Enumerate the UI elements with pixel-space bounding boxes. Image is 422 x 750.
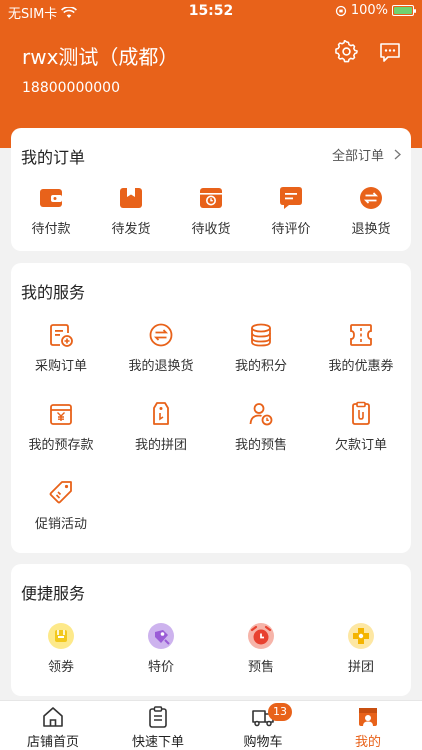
- service-label: 采购订单: [34, 359, 87, 374]
- exchange-icon: [360, 187, 382, 209]
- service-label: 我的预售: [234, 438, 287, 453]
- tab-label: 购物车: [243, 735, 283, 750]
- order-status-label: 退换货: [351, 222, 391, 237]
- service-label: 我的退换货: [128, 359, 194, 374]
- coins-icon: [251, 323, 271, 347]
- service-my-deposit[interactable]: 我的预存款: [11, 400, 111, 453]
- comment-icon: [280, 187, 302, 209]
- quick-claim-coupons[interactable]: 领券: [11, 622, 111, 675]
- service-my-presale[interactable]: 我的预售: [211, 400, 311, 453]
- tab-label: 我的: [354, 735, 381, 750]
- battery-percent: 100%: [350, 3, 388, 18]
- orders-title: 我的订单: [21, 148, 86, 167]
- quick-label: 领券: [47, 660, 74, 675]
- quick-services-card: 便捷服务 领券 特价 预售 拼团: [11, 564, 411, 696]
- order-returns[interactable]: 退换货: [321, 184, 421, 237]
- all-orders-link[interactable]: 全部订单: [332, 145, 401, 164]
- quick-group-buy[interactable]: 拼团: [311, 622, 411, 675]
- bottom-tab-bar: 店铺首页 快速下单 13 购物车 我的: [0, 700, 422, 750]
- battery-icon: [392, 5, 416, 16]
- settings-gear-icon[interactable]: [335, 40, 359, 64]
- quick-services-title: 便捷服务: [21, 584, 86, 603]
- tab-quick-order[interactable]: 快速下单: [108, 705, 208, 750]
- coupon-icon: [350, 324, 372, 346]
- promo-tag-icon: [49, 481, 72, 504]
- service-my-group-buy[interactable]: 我的拼团: [111, 400, 211, 453]
- coupon-bag-icon: [48, 623, 74, 649]
- message-icon[interactable]: [378, 40, 402, 64]
- presale-user-icon: [249, 403, 273, 426]
- chevron-right-icon: [394, 149, 401, 160]
- user-phone: 18800000000: [22, 80, 120, 96]
- service-my-coupons[interactable]: 我的优惠券: [311, 321, 411, 374]
- service-label: 我的积分: [234, 359, 287, 374]
- orientation-lock-icon: [335, 5, 346, 16]
- exchange-icon: [149, 323, 173, 347]
- delivery-icon: [200, 188, 222, 208]
- service-my-returns[interactable]: 我的退换货: [111, 321, 211, 374]
- service-my-points[interactable]: 我的积分: [211, 321, 311, 374]
- quick-label: 预售: [247, 660, 274, 675]
- tab-mine[interactable]: 我的: [318, 705, 418, 750]
- special-price-icon: [148, 623, 174, 649]
- quick-label: 特价: [147, 660, 174, 675]
- tab-label: 快速下单: [131, 735, 184, 750]
- service-purchase-orders[interactable]: 采购订单: [11, 321, 111, 374]
- status-bar: 无SIM卡 15:52 100%: [0, 0, 422, 24]
- group-tag-icon: [153, 402, 169, 425]
- deposit-icon: [50, 404, 72, 425]
- service-promotions[interactable]: 促销活动: [11, 479, 111, 532]
- home-icon: [43, 707, 63, 727]
- profile-icon: [359, 708, 377, 726]
- service-label: 我的预存款: [28, 438, 94, 453]
- service-debt-orders[interactable]: 欠款订单: [311, 400, 411, 453]
- quick-presale[interactable]: 预售: [211, 622, 311, 675]
- puzzle-icon: [348, 623, 374, 649]
- tab-label: 店铺首页: [26, 735, 79, 750]
- quick-special-price[interactable]: 特价: [111, 622, 211, 675]
- services-card: 我的服务 采购订单 我的退换货 我的积分 我的优惠券 我的预存款 我的拼团 我的…: [11, 263, 411, 553]
- tab-cart[interactable]: 13 购物车: [213, 703, 313, 750]
- debt-order-icon: [352, 401, 370, 425]
- quick-label: 拼团: [347, 660, 374, 675]
- services-title: 我的服务: [21, 283, 86, 302]
- service-label: 促销活动: [34, 517, 87, 532]
- all-orders-label: 全部订单: [331, 149, 384, 164]
- tab-store-home[interactable]: 店铺首页: [3, 705, 103, 750]
- service-label: 我的拼团: [134, 438, 187, 453]
- service-label: 欠款订单: [334, 438, 387, 453]
- alarm-icon: [248, 623, 274, 649]
- wallet-icon: [40, 189, 62, 207]
- clipboard-icon: [149, 706, 167, 728]
- purchase-order-icon: [50, 324, 73, 347]
- user-name[interactable]: rwx测试（成都）: [22, 41, 178, 70]
- package-icon: [120, 188, 142, 208]
- cart-count-badge: 13: [268, 703, 292, 721]
- service-label: 我的优惠券: [328, 359, 394, 374]
- orders-card: 我的订单 全部订单 待付款 待发货 待收货 待评价 退换货: [11, 128, 411, 251]
- profile-header: 无SIM卡 15:52 100% rwx测试（成都） 18800000000: [0, 0, 422, 148]
